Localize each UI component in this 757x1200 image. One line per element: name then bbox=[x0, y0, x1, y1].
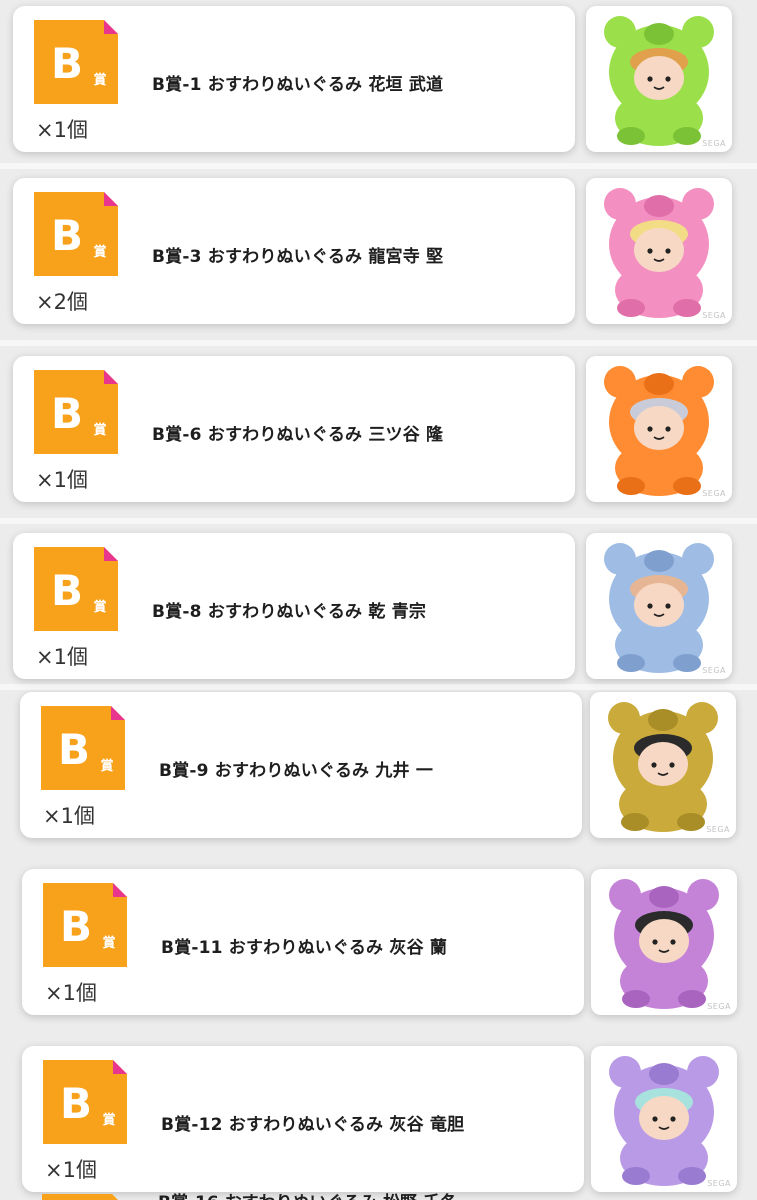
svg-text:賞: 賞 bbox=[100, 758, 113, 774]
plush-image bbox=[609, 879, 719, 1009]
prize-quantity: ×1個 bbox=[36, 468, 88, 492]
b-prize-badge-icon: B 賞 bbox=[41, 706, 125, 790]
prize-row[interactable]: B 賞 ×1個 B賞-6 おすわりぬいぐるみ 三ツ谷 隆 SEGA bbox=[0, 356, 757, 506]
b-prize-badge-icon: B 賞 bbox=[34, 20, 118, 104]
row-separator bbox=[0, 518, 757, 524]
prize-title: B賞-9 おすわりぬいぐるみ 九井 一 bbox=[159, 761, 434, 781]
prize-quantity: ×1個 bbox=[45, 981, 97, 1005]
svg-text:B: B bbox=[51, 39, 83, 88]
prize-quantity: ×2個 bbox=[36, 290, 88, 314]
prize-row-partial[interactable]: B賞-16 おすわりぬいぐるみ 松野 千冬 bbox=[0, 1190, 757, 1200]
prize-title: B賞-8 おすわりぬいぐるみ 乾 青宗 bbox=[152, 602, 427, 622]
plush-thumbnail[interactable]: SEGA bbox=[590, 692, 736, 838]
svg-text:B: B bbox=[60, 1079, 92, 1128]
plush-thumbnail[interactable]: SEGA bbox=[586, 356, 732, 502]
prize-title: B賞-11 おすわりぬいぐるみ 灰谷 蘭 bbox=[161, 938, 448, 958]
prize-card[interactable]: B 賞 ×1個 B賞-8 おすわりぬいぐるみ 乾 青宗 bbox=[13, 533, 575, 679]
plush-thumbnail[interactable]: SEGA bbox=[586, 178, 732, 324]
plush-image bbox=[604, 366, 714, 496]
prize-card[interactable]: B 賞 ×2個 B賞-3 おすわりぬいぐるみ 龍宮寺 堅 bbox=[13, 178, 575, 324]
prize-title: B賞-6 おすわりぬいぐるみ 三ツ谷 隆 bbox=[152, 425, 444, 445]
svg-text:賞: 賞 bbox=[93, 244, 106, 260]
prize-title: B賞-3 おすわりぬいぐるみ 龍宮寺 堅 bbox=[152, 247, 444, 267]
prize-card[interactable]: B 賞 ×1個 B賞-12 おすわりぬいぐるみ 灰谷 竜胆 bbox=[22, 1046, 584, 1192]
row-separator bbox=[0, 340, 757, 346]
prize-title: B賞-12 おすわりぬいぐるみ 灰谷 竜胆 bbox=[161, 1115, 465, 1135]
watermark-text: SEGA bbox=[702, 139, 726, 148]
watermark-text: SEGA bbox=[707, 1002, 731, 1011]
svg-text:賞: 賞 bbox=[93, 599, 106, 615]
prize-title: B賞-16 おすわりぬいぐるみ 松野 千冬 bbox=[158, 1190, 457, 1200]
row-separator bbox=[0, 684, 757, 690]
svg-text:賞: 賞 bbox=[93, 72, 106, 88]
prize-quantity: ×1個 bbox=[36, 118, 88, 142]
prize-row[interactable]: B 賞 ×1個 B賞-1 おすわりぬいぐるみ 花垣 武道 SEGA bbox=[0, 6, 757, 156]
watermark-text: SEGA bbox=[702, 311, 726, 320]
svg-text:賞: 賞 bbox=[102, 1112, 115, 1128]
prize-list-page: { "badge_mark": "B", "badge_sub": "賞", "… bbox=[0, 0, 757, 1200]
plush-image bbox=[604, 543, 714, 673]
svg-text:B: B bbox=[51, 211, 83, 260]
svg-text:賞: 賞 bbox=[102, 935, 115, 951]
prize-card[interactable]: B 賞 ×1個 B賞-6 おすわりぬいぐるみ 三ツ谷 隆 bbox=[13, 356, 575, 502]
svg-text:B: B bbox=[51, 566, 83, 615]
b-prize-badge-icon bbox=[42, 1194, 118, 1200]
prize-row[interactable]: B 賞 ×1個 B賞-9 おすわりぬいぐるみ 九井 一 SEGA bbox=[0, 692, 757, 842]
plush-image bbox=[604, 16, 714, 146]
b-prize-badge-icon: B 賞 bbox=[34, 547, 118, 631]
prize-quantity: ×1個 bbox=[45, 1158, 97, 1182]
svg-text:B: B bbox=[51, 389, 83, 438]
prize-card[interactable]: B 賞 ×1個 B賞-1 おすわりぬいぐるみ 花垣 武道 bbox=[13, 6, 575, 152]
prize-quantity: ×1個 bbox=[36, 645, 88, 669]
prize-row[interactable]: B 賞 ×1個 B賞-12 おすわりぬいぐるみ 灰谷 竜胆 SEGA bbox=[0, 1046, 757, 1196]
plush-image bbox=[609, 1056, 719, 1186]
b-prize-badge-icon: B 賞 bbox=[34, 192, 118, 276]
prize-row[interactable]: B 賞 ×1個 B賞-8 おすわりぬいぐるみ 乾 青宗 SEGA bbox=[0, 533, 757, 683]
plush-thumbnail[interactable]: SEGA bbox=[586, 533, 732, 679]
plush-image bbox=[604, 188, 714, 318]
prize-row[interactable]: B 賞 ×2個 B賞-3 おすわりぬいぐるみ 龍宮寺 堅 SEGA bbox=[0, 178, 757, 328]
prize-title: B賞-1 おすわりぬいぐるみ 花垣 武道 bbox=[152, 75, 444, 95]
watermark-text: SEGA bbox=[702, 666, 726, 675]
prize-quantity: ×1個 bbox=[43, 804, 95, 828]
b-prize-badge-icon: B 賞 bbox=[34, 370, 118, 454]
row-separator bbox=[0, 163, 757, 169]
plush-image bbox=[608, 702, 718, 832]
b-prize-badge-icon: B 賞 bbox=[43, 1060, 127, 1144]
prize-card[interactable]: B 賞 ×1個 B賞-9 おすわりぬいぐるみ 九井 一 bbox=[20, 692, 582, 838]
svg-text:B: B bbox=[58, 725, 90, 774]
prize-card[interactable]: B 賞 ×1個 B賞-11 おすわりぬいぐるみ 灰谷 蘭 bbox=[22, 869, 584, 1015]
watermark-text: SEGA bbox=[706, 825, 730, 834]
plush-thumbnail[interactable]: SEGA bbox=[586, 6, 732, 152]
plush-thumbnail[interactable]: SEGA bbox=[591, 1046, 737, 1192]
svg-text:B: B bbox=[60, 902, 92, 951]
prize-row[interactable]: B 賞 ×1個 B賞-11 おすわりぬいぐるみ 灰谷 蘭 SEGA bbox=[0, 869, 757, 1019]
watermark-text: SEGA bbox=[702, 489, 726, 498]
plush-thumbnail[interactable]: SEGA bbox=[591, 869, 737, 1015]
svg-text:賞: 賞 bbox=[93, 422, 106, 438]
watermark-text: SEGA bbox=[707, 1179, 731, 1188]
b-prize-badge-icon: B 賞 bbox=[43, 883, 127, 967]
